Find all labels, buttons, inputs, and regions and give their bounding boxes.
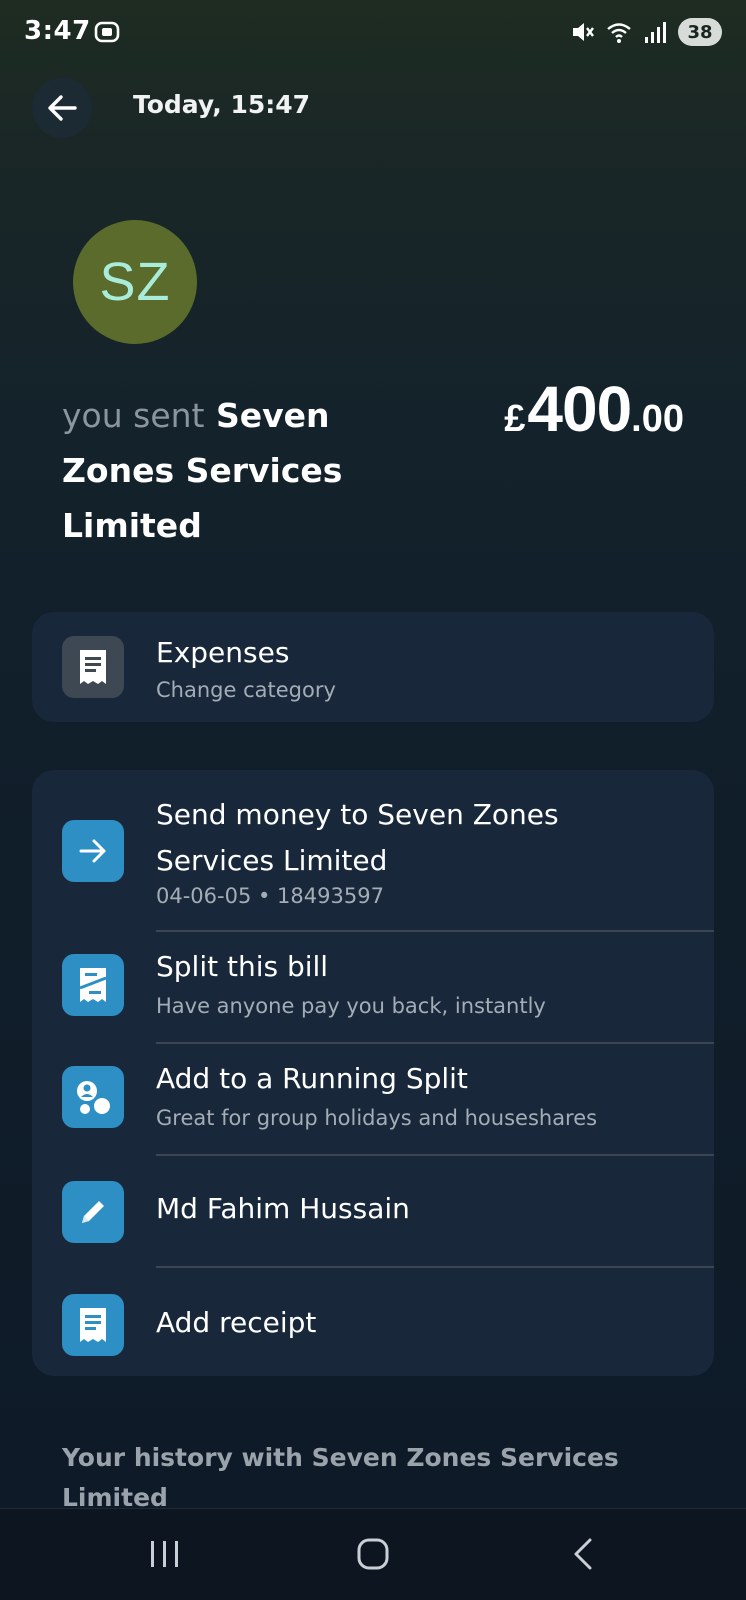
actions-card: Send money to Seven Zones Services Limit…	[32, 770, 714, 1376]
system-nav-bar	[0, 1508, 746, 1600]
home-icon[interactable]	[356, 1537, 390, 1571]
transaction-amount: £ 400 .00	[504, 372, 684, 446]
category-subtitle: Change category	[156, 678, 336, 702]
nav-back-icon[interactable]	[570, 1537, 596, 1571]
amount-main: 400	[527, 373, 632, 445]
mute-icon	[573, 23, 594, 41]
category-title: Expenses	[156, 636, 290, 669]
signal-icon	[645, 22, 666, 43]
split-bill-icon	[62, 954, 124, 1016]
send-money-row[interactable]: Send money to Seven Zones Services Limit…	[32, 770, 714, 932]
arrow-right-icon	[62, 820, 124, 882]
status-bar: 3:47 38	[0, 0, 746, 68]
receipt-icon	[62, 1294, 124, 1356]
amount-decimal: .00	[631, 398, 684, 440]
screen-record-icon	[94, 21, 120, 43]
status-icons: 38	[570, 18, 722, 46]
battery-icon: 38	[678, 18, 722, 46]
wifi-icon	[607, 23, 631, 43]
send-money-subtitle: 04-06-05 • 18493597	[156, 884, 384, 908]
split-bill-row[interactable]: Split this bill Have anyone pay you back…	[32, 932, 714, 1044]
receipt-icon	[62, 636, 124, 698]
amount-currency: £	[504, 398, 526, 440]
back-button[interactable]	[32, 78, 92, 138]
split-bill-title: Split this bill	[156, 950, 329, 983]
header-date: Today, 15:47	[133, 90, 311, 119]
running-split-title: Add to a Running Split	[156, 1062, 468, 1095]
arrow-left-icon	[48, 95, 77, 121]
group-icon	[62, 1066, 124, 1128]
recent-apps-icon[interactable]	[148, 1539, 182, 1569]
note-row[interactable]: Md Fahim Hussain	[32, 1156, 714, 1268]
category-card[interactable]: Expenses Change category	[32, 612, 714, 722]
merchant-avatar: SZ	[73, 220, 197, 344]
pencil-icon	[62, 1181, 124, 1243]
split-bill-subtitle: Have anyone pay you back, instantly	[156, 994, 546, 1018]
running-split-row[interactable]: Add to a Running Split Great for group h…	[32, 1044, 714, 1156]
history-title: Your history with Seven Zones Services L…	[62, 1443, 619, 1512]
send-money-title: Send money to Seven Zones Services Limit…	[156, 798, 559, 877]
transaction-title: you sent Seven Zones Services Limited	[62, 388, 392, 553]
note-title: Md Fahim Hussain	[156, 1192, 410, 1225]
running-split-subtitle: Great for group holidays and houseshares	[156, 1106, 598, 1130]
add-receipt-title: Add receipt	[156, 1306, 317, 1339]
add-receipt-row[interactable]: Add receipt	[32, 1268, 714, 1376]
title-prefix: you sent	[62, 396, 205, 435]
status-time: 3:47	[24, 16, 91, 46]
